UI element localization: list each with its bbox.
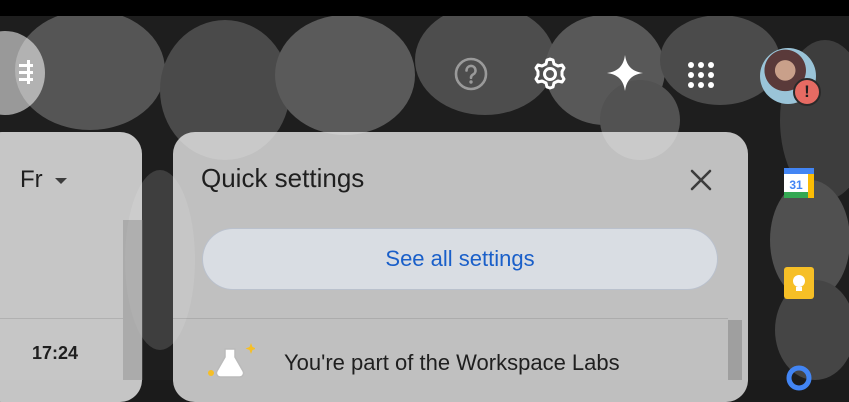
language-label: Fr [20, 166, 43, 193]
mail-list-scrollbar[interactable] [123, 220, 143, 380]
apps-grid-icon [688, 62, 714, 88]
calendar-icon: 31 [784, 168, 814, 198]
google-apps-button[interactable] [684, 58, 718, 92]
close-quick-settings-button[interactable] [686, 165, 716, 195]
mail-time: 17:24 [32, 343, 79, 363]
see-all-settings-button[interactable]: See all settings [202, 228, 718, 290]
help-icon [454, 57, 488, 91]
chevron-down-icon [54, 178, 67, 184]
contacts-app-button[interactable] [782, 364, 816, 398]
close-icon [690, 169, 712, 191]
filter-list-icon [19, 60, 33, 84]
quick-settings-scrollbar[interactable] [728, 320, 742, 380]
keep-icon [784, 267, 814, 299]
quick-settings-title: Quick settings [201, 163, 365, 193]
divider [0, 318, 123, 319]
keep-app-button[interactable] [782, 266, 816, 300]
account-alert-badge: ! [793, 78, 821, 106]
language-dropdown[interactable]: Fr [20, 166, 67, 194]
top-bar-edge [0, 0, 849, 16]
calendar-day: 31 [789, 178, 803, 192]
labs-flask-icon [208, 343, 255, 378]
contacts-icon [786, 365, 812, 391]
gear-icon [534, 57, 566, 90]
help-button[interactable] [452, 55, 490, 93]
divider [173, 318, 728, 319]
calendar-app-button[interactable]: 31 [782, 166, 816, 200]
settings-button[interactable] [530, 54, 570, 94]
workspace-labs-text: You're part of the Workspace Labs [284, 350, 620, 375]
gemini-icon [607, 55, 643, 91]
gemini-button[interactable] [604, 52, 646, 94]
